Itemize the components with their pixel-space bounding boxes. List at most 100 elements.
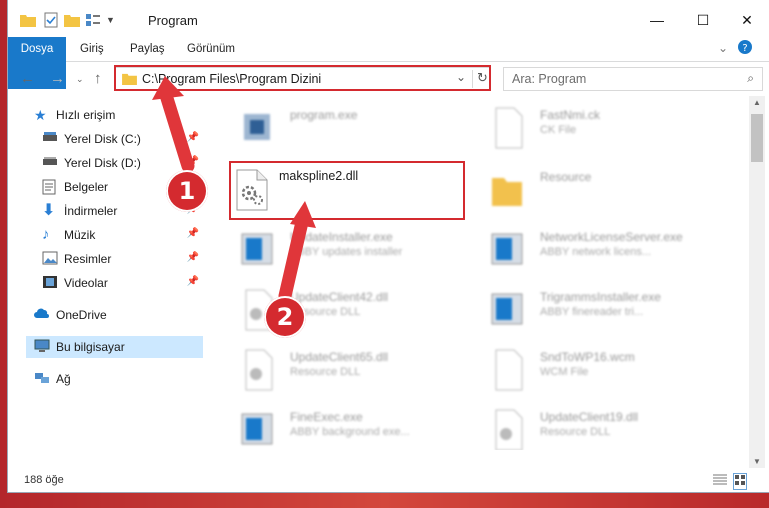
list-item[interactable]: FastNmi.ck CK File — [480, 100, 710, 152]
forward-icon[interactable]: → — [50, 70, 65, 87]
search-placeholder: Ara: Program — [512, 72, 587, 86]
file-name: program.exe — [290, 108, 358, 122]
list-item[interactable]: program.exe — [230, 100, 460, 152]
folder-icon[interactable] — [20, 13, 36, 27]
file-name: makspline2.dll — [279, 169, 359, 183]
file-name: FineExec.exe — [290, 410, 363, 424]
list-item[interactable]: TrigrammsInstaller.exe ABBY finereader t… — [480, 282, 710, 334]
pin-icon[interactable]: 📌 — [187, 252, 199, 263]
tab-share[interactable]: Paylaş — [130, 37, 165, 61]
exe-file-icon — [491, 233, 523, 265]
file-name: UpdateClient65.dll — [290, 350, 389, 364]
maximize-button[interactable]: ☐ — [681, 7, 725, 33]
chevron-down-icon[interactable]: ▼ — [106, 15, 115, 25]
sidebar-item-label: Yerel Disk (D:) — [64, 156, 141, 170]
file-type: WCM File — [540, 366, 589, 378]
tab-home[interactable]: Giriş — [80, 37, 104, 61]
up-icon[interactable]: ↑ — [94, 70, 102, 87]
large-icons-view-icon[interactable] — [733, 473, 747, 490]
list-item[interactable]: Resource — [480, 162, 710, 214]
file-name: SndToWP16.wcm — [540, 350, 635, 364]
search-input[interactable]: Ara: Program ⌕ — [503, 67, 763, 91]
sidebar-item-label: Videolar — [64, 276, 108, 290]
address-bar[interactable]: C:\Program Files\Program Dizini ⌄ ↻ — [115, 67, 491, 91]
exe-file-icon — [241, 413, 273, 445]
sidebar-item-this-pc[interactable]: Bu bilgisayar — [26, 336, 203, 358]
list-item[interactable]: FineExec.exe ABBY background exe... — [230, 402, 460, 450]
sidebar-item-videos[interactable]: Videolar 📌 — [42, 272, 203, 294]
expand-ribbon-icon[interactable]: ⌄ — [718, 41, 728, 55]
back-icon[interactable]: ← — [20, 70, 35, 87]
exe-file-icon — [491, 293, 523, 325]
help-icon[interactable]: ? — [738, 40, 752, 57]
callout-1: 1 — [166, 170, 208, 212]
sidebar-item-pictures[interactable]: Resimler 📌 — [42, 248, 203, 270]
pin-icon[interactable]: 📌 — [187, 276, 199, 287]
sidebar-item-network[interactable]: Ağ — [34, 368, 203, 390]
pictures-icon — [42, 251, 58, 267]
dll-gear-icon — [236, 169, 268, 211]
scroll-up-icon[interactable]: ▲ — [753, 98, 761, 107]
list-item[interactable]: UpdateInstaller.exe ABBY updates install… — [230, 222, 460, 274]
download-icon: ⬇ — [42, 202, 56, 219]
file-type: ABBY background exe... — [290, 426, 410, 438]
sidebar-item-label: Resimler — [64, 252, 112, 266]
file-name: UpdateInstaller.exe — [290, 230, 393, 244]
list-item[interactable]: UpdateClient65.dll Resource DLL — [230, 342, 460, 394]
sidebar-item-onedrive[interactable]: OneDrive — [34, 304, 203, 326]
list-item[interactable]: NetworkLicenseServer.exe ABBY network li… — [480, 222, 710, 274]
pin-icon[interactable]: 📌 — [187, 156, 199, 167]
sidebar-item-label: OneDrive — [56, 308, 107, 322]
star-icon: ★ — [34, 107, 47, 123]
list-item[interactable]: SndToWP16.wcm WCM File — [480, 342, 710, 394]
recent-locations-icon[interactable]: ⌄ — [76, 74, 84, 85]
details-view-icon[interactable] — [713, 474, 727, 489]
new-folder-icon[interactable] — [64, 13, 80, 27]
close-button[interactable]: ✕ — [725, 7, 769, 33]
dll-file-icon — [245, 349, 273, 391]
exe-file-icon — [241, 233, 273, 265]
file-name: UpdateClient19.dll — [540, 410, 639, 424]
folder-icon — [122, 73, 137, 85]
pin-icon[interactable]: 📌 — [187, 132, 199, 143]
file-list: program.exe FastNmi.ck CK File Resource … — [218, 100, 738, 450]
view-options-icon[interactable] — [86, 14, 104, 26]
file-type: CK File — [540, 124, 577, 136]
explorer-window: ▼ Program — ☐ ✕ Dosya Giriş Paylaş Görün… — [8, 0, 769, 492]
refresh-icon[interactable]: ↻ — [477, 70, 488, 86]
scroll-down-icon[interactable]: ▼ — [753, 457, 761, 466]
highlighted-dll-file[interactable]: makspline2.dll — [229, 161, 465, 220]
properties-icon[interactable] — [44, 12, 58, 28]
sidebar-item-label: Müzik — [64, 228, 96, 242]
scroll-thumb[interactable] — [751, 114, 763, 162]
ribbon-tabs: Dosya Giriş Paylaş Görünüm ⌄ ? — [8, 37, 769, 89]
title-bar: ▼ Program — ☐ ✕ — [8, 0, 769, 40]
list-item[interactable]: UpdateClient42.dll Resource DLL — [230, 282, 460, 334]
minimize-button[interactable]: — — [635, 7, 679, 33]
file-name: Resource — [540, 170, 592, 184]
sidebar-item-label: Bu bilgisayar — [56, 340, 125, 354]
dll-file-icon — [495, 409, 523, 450]
address-dropdown-icon[interactable]: ⌄ — [456, 70, 466, 84]
vertical-scrollbar[interactable]: ▲ ▼ — [749, 96, 765, 468]
status-bar: 188 öğe — [8, 470, 769, 492]
file-name: FastNmi.ck — [540, 108, 600, 122]
sidebar-item-label: Yerel Disk (C:) — [64, 132, 141, 146]
sidebar-item-quick-access[interactable]: ★ Hızlı erişim — [34, 104, 229, 126]
address-path: C:\Program Files\Program Dizini — [142, 72, 322, 86]
sidebar-item-disk-c[interactable]: Yerel Disk (C:) 📌 — [42, 128, 203, 150]
tab-view[interactable]: Görünüm — [187, 37, 235, 61]
sidebar-item-label: Ağ — [56, 372, 71, 386]
music-icon: ♪ — [42, 226, 50, 243]
file-name: UpdateClient42.dll — [290, 290, 389, 304]
file-icon — [495, 349, 523, 391]
file-icon — [495, 107, 523, 149]
file-name: TrigrammsInstaller.exe — [540, 290, 661, 304]
drive-icon — [42, 155, 58, 171]
pin-icon[interactable]: 📌 — [187, 228, 199, 239]
sidebar-item-music[interactable]: ♪ Müzik 📌 — [42, 224, 203, 246]
network-icon — [34, 371, 50, 387]
list-item[interactable]: UpdateClient19.dll Resource DLL — [480, 402, 710, 450]
callout-2: 2 — [264, 296, 306, 338]
exe-file-icon — [244, 114, 270, 140]
